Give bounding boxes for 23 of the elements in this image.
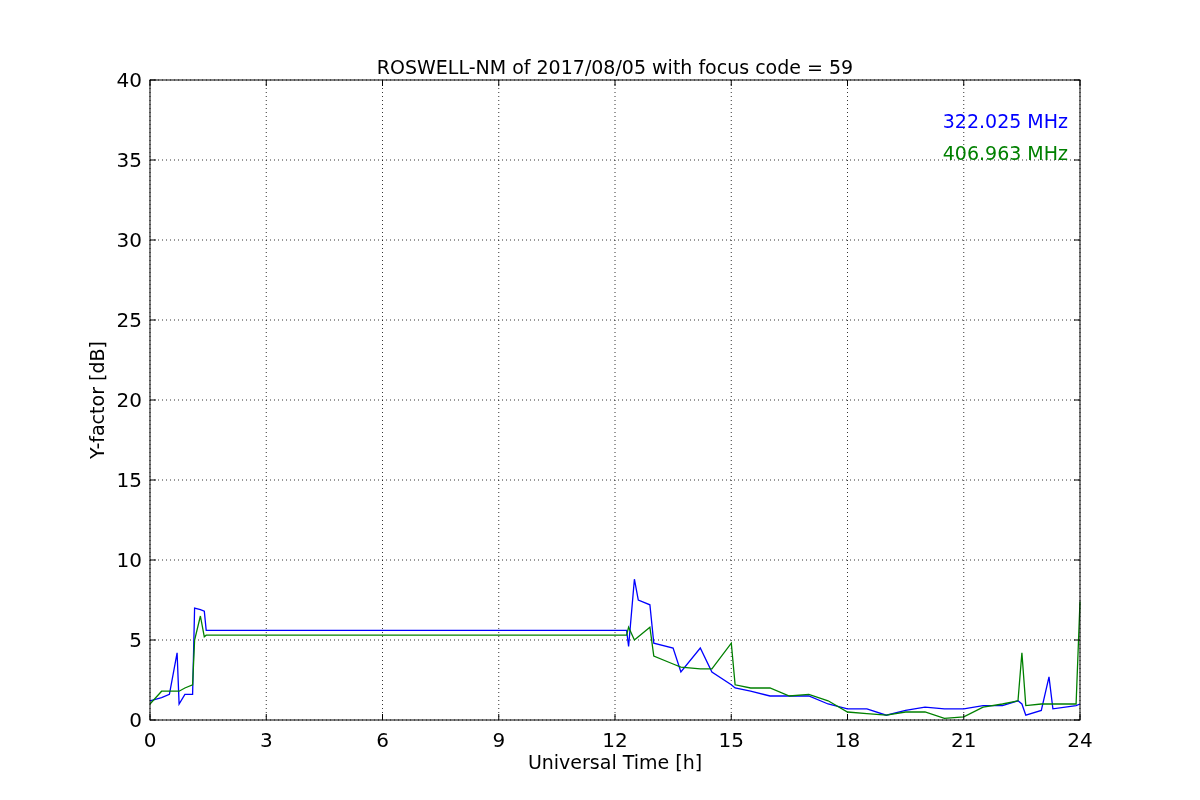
y-tick-label: 25	[116, 308, 142, 332]
y-tick-label: 5	[129, 628, 142, 652]
y-axis-label: Y-factor [dB]	[86, 341, 108, 459]
y-tick-label: 30	[116, 228, 142, 252]
x-tick-label: 15	[718, 728, 744, 752]
x-tick-label: 21	[951, 728, 977, 752]
x-tick-label: 6	[376, 728, 389, 752]
x-tick-label: 24	[1067, 728, 1093, 752]
x-tick-label: 0	[143, 728, 157, 752]
x-tick-label: 3	[259, 728, 273, 752]
y-tick-label: 15	[116, 468, 142, 492]
x-axis-label: Universal Time [h]	[527, 751, 703, 773]
legend-label: 322.025 MHz	[942, 110, 1068, 132]
y-tick-label: 35	[116, 148, 142, 172]
y-tick-label: 20	[116, 388, 142, 412]
x-tick-label: 12	[602, 728, 628, 752]
x-tick-label: 9	[492, 728, 506, 752]
y-tick-label: 10	[116, 548, 142, 572]
legend-label: 406.963 MHz	[942, 142, 1068, 164]
y-tick-label: 0	[129, 708, 142, 732]
x-tick-label: 18	[834, 728, 861, 752]
chart-title: ROSWELL-NM of 2017/08/05 with focus code = 59	[376, 56, 854, 78]
y-tick-label: 40	[116, 68, 142, 92]
